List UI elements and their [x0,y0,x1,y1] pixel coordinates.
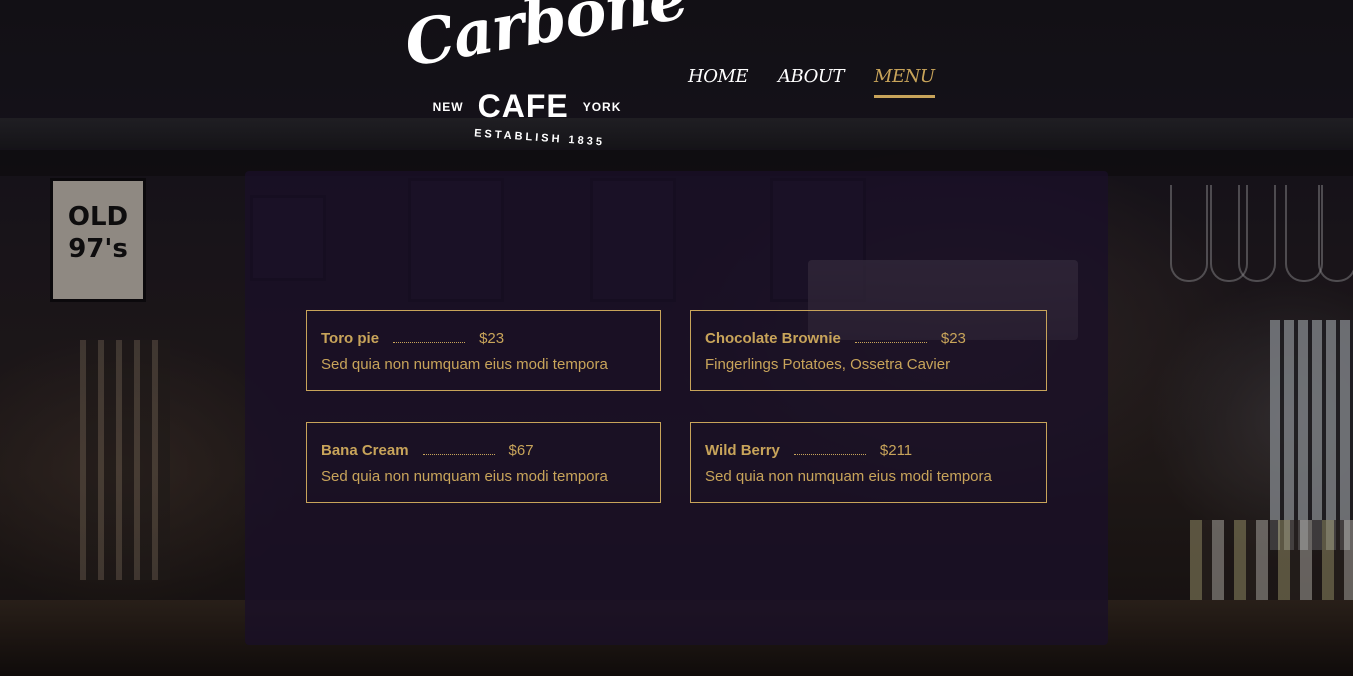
dotted-leader [393,332,466,343]
menu-item-header: Wild Berry $211 [705,442,912,459]
menu-panel [245,171,1108,645]
menu-item-name: Wild Berry [705,442,780,459]
menu-item-name: Toro pie [321,330,380,347]
menu-item-price: $67 [508,442,534,459]
menu-item-card: Bana Cream $67 Sed quia non numquam eius… [306,422,661,503]
menu-item-name: Chocolate Brownie [705,330,841,347]
menu-item-card: Wild Berry $211 Sed quia non numquam eiu… [690,422,1047,503]
nav-about[interactable]: ABOUT [778,66,845,98]
menu-item-price: $23 [479,330,505,347]
menu-item-description: Sed quia non numquam eius modi tempora [705,468,992,485]
nav-menu[interactable]: MENU [874,66,935,98]
logo-script: Carbone [399,0,693,81]
logo-cafe: CAFE [477,88,569,124]
menu-item-card: Chocolate Brownie $23 Fingerlings Potato… [690,310,1047,391]
logo-row: NEW CAFE YORK [412,88,642,125]
main-nav: HOME ABOUT MENU [688,66,935,98]
menu-item-description: Fingerlings Potatoes, Ossetra Cavier [705,356,951,373]
nav-home[interactable]: HOME [688,66,749,98]
menu-item-description: Sed quia non numquam eius modi tempora [321,468,608,485]
dotted-leader [793,444,866,455]
menu-item-card: Toro pie $23 Sed quia non numquam eius m… [306,310,661,391]
menu-item-header: Bana Cream $67 [321,442,534,459]
logo-city-right: YORK [582,99,622,114]
menu-item-description: Sed quia non numquam eius modi tempora [321,356,608,373]
dotted-leader [854,332,927,343]
brand-logo[interactable]: Carbone NEW CAFE YORK ESTABLISH 1835 [399,0,692,158]
menu-item-price: $211 [879,442,913,459]
menu-item-price: $23 [940,330,966,347]
menu-item-header: Chocolate Brownie $23 [705,330,966,347]
menu-item-header: Toro pie $23 [321,330,504,347]
dotted-leader [422,444,495,455]
logo-established: ESTABLISH 1835 [473,127,606,149]
logo-city-left: NEW [432,99,464,114]
menu-item-name: Bana Cream [321,442,409,459]
